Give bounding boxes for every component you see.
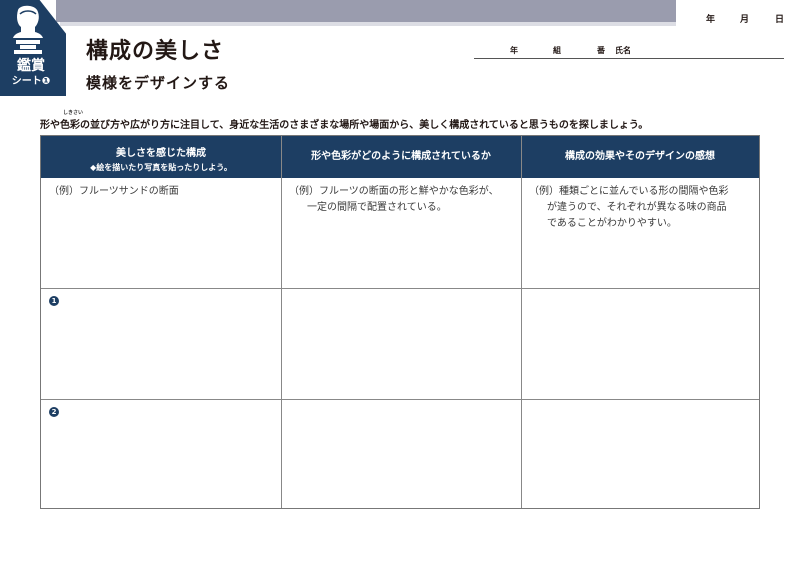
answer-cell-2-col2[interactable] [282, 400, 521, 508]
badge-subtitle-text: シート [11, 76, 42, 87]
example-cell-col2: （例）フルーツの断面の形と鮮やかな色彩が、 一定の間隔で配置されている。 [289, 184, 519, 216]
answer-cell-1-col3[interactable] [522, 289, 759, 399]
badge-subtitle: シート❶ [2, 76, 60, 88]
badge-title: 鑑賞 [17, 58, 45, 74]
answer-cell-1-col2[interactable] [282, 289, 521, 399]
col3-header: 構成の効果やそのデザインの感想 [565, 151, 715, 162]
example-col3-line1: （例）種類ごとに並んでいる形の間隔や色彩 [529, 186, 729, 197]
col1-header-label: 美しさを感じた構成 [116, 148, 206, 159]
student-info-line [474, 58, 784, 59]
answer-cell-1-col1[interactable] [41, 289, 281, 399]
example-col3-line3: であることがわかりやすい。 [547, 218, 677, 229]
field-class-label: 組 [553, 46, 561, 55]
badge-number: ❶ [41, 76, 51, 87]
example-col2-line1: （例）フルーツの断面の形と鮮やかな色彩が、 [289, 186, 499, 197]
date-day-label: 日 [775, 15, 785, 25]
answer-cell-2-col1[interactable] [41, 400, 281, 508]
field-number-label: 番 [597, 46, 605, 55]
table-header: 美しさを感じた構成 ◆絵を描いたり写真を貼ったりしよう。 形や色彩がどのように構… [41, 136, 759, 178]
example-col2-line2: 一定の間隔で配置されている。 [307, 202, 447, 213]
field-name-label: 氏名 [615, 46, 631, 55]
date-month-label: 月 [740, 15, 750, 25]
header-band [56, 0, 676, 22]
header-band-notch [660, 0, 674, 22]
bust-statue-icon [13, 5, 43, 54]
col2-header: 形や色彩がどのように構成されているか [311, 151, 491, 162]
worksheet-table: 美しさを感じた構成 ◆絵を描いたり写真を貼ったりしよう。 形や色彩がどのように構… [40, 135, 760, 509]
example-cell-col1: （例）フルーツサンドの断面 [49, 186, 179, 197]
header-band-shadow [60, 22, 676, 26]
field-year-label: 年 [510, 46, 518, 55]
page-title: 構成の美しさ [86, 39, 225, 64]
example-col3-line2: が違うので、それぞれが異なる味の商品 [547, 202, 727, 213]
date-year-label: 年 [706, 15, 716, 25]
example-cell-col3: （例）種類ごとに並んでいる形の間隔や色彩 が違うので、それぞれが異なる味の商品 … [529, 184, 759, 232]
instruction-text: 形や色彩の並び方や広がり方に注目して、身近な生活のさまざまな場所や場面から、美し… [40, 120, 649, 131]
ruby-shikisai: しきさい [63, 110, 84, 116]
answer-cell-2-col3[interactable] [522, 400, 759, 508]
col1-header-note: ◆絵を描いたり写真を貼ったりしよう。 [90, 163, 232, 172]
page-subtitle: 模様をデザインする [86, 74, 231, 92]
col1-header: 美しさを感じた構成 ◆絵を描いたり写真を貼ったりしよう。 [41, 136, 281, 178]
